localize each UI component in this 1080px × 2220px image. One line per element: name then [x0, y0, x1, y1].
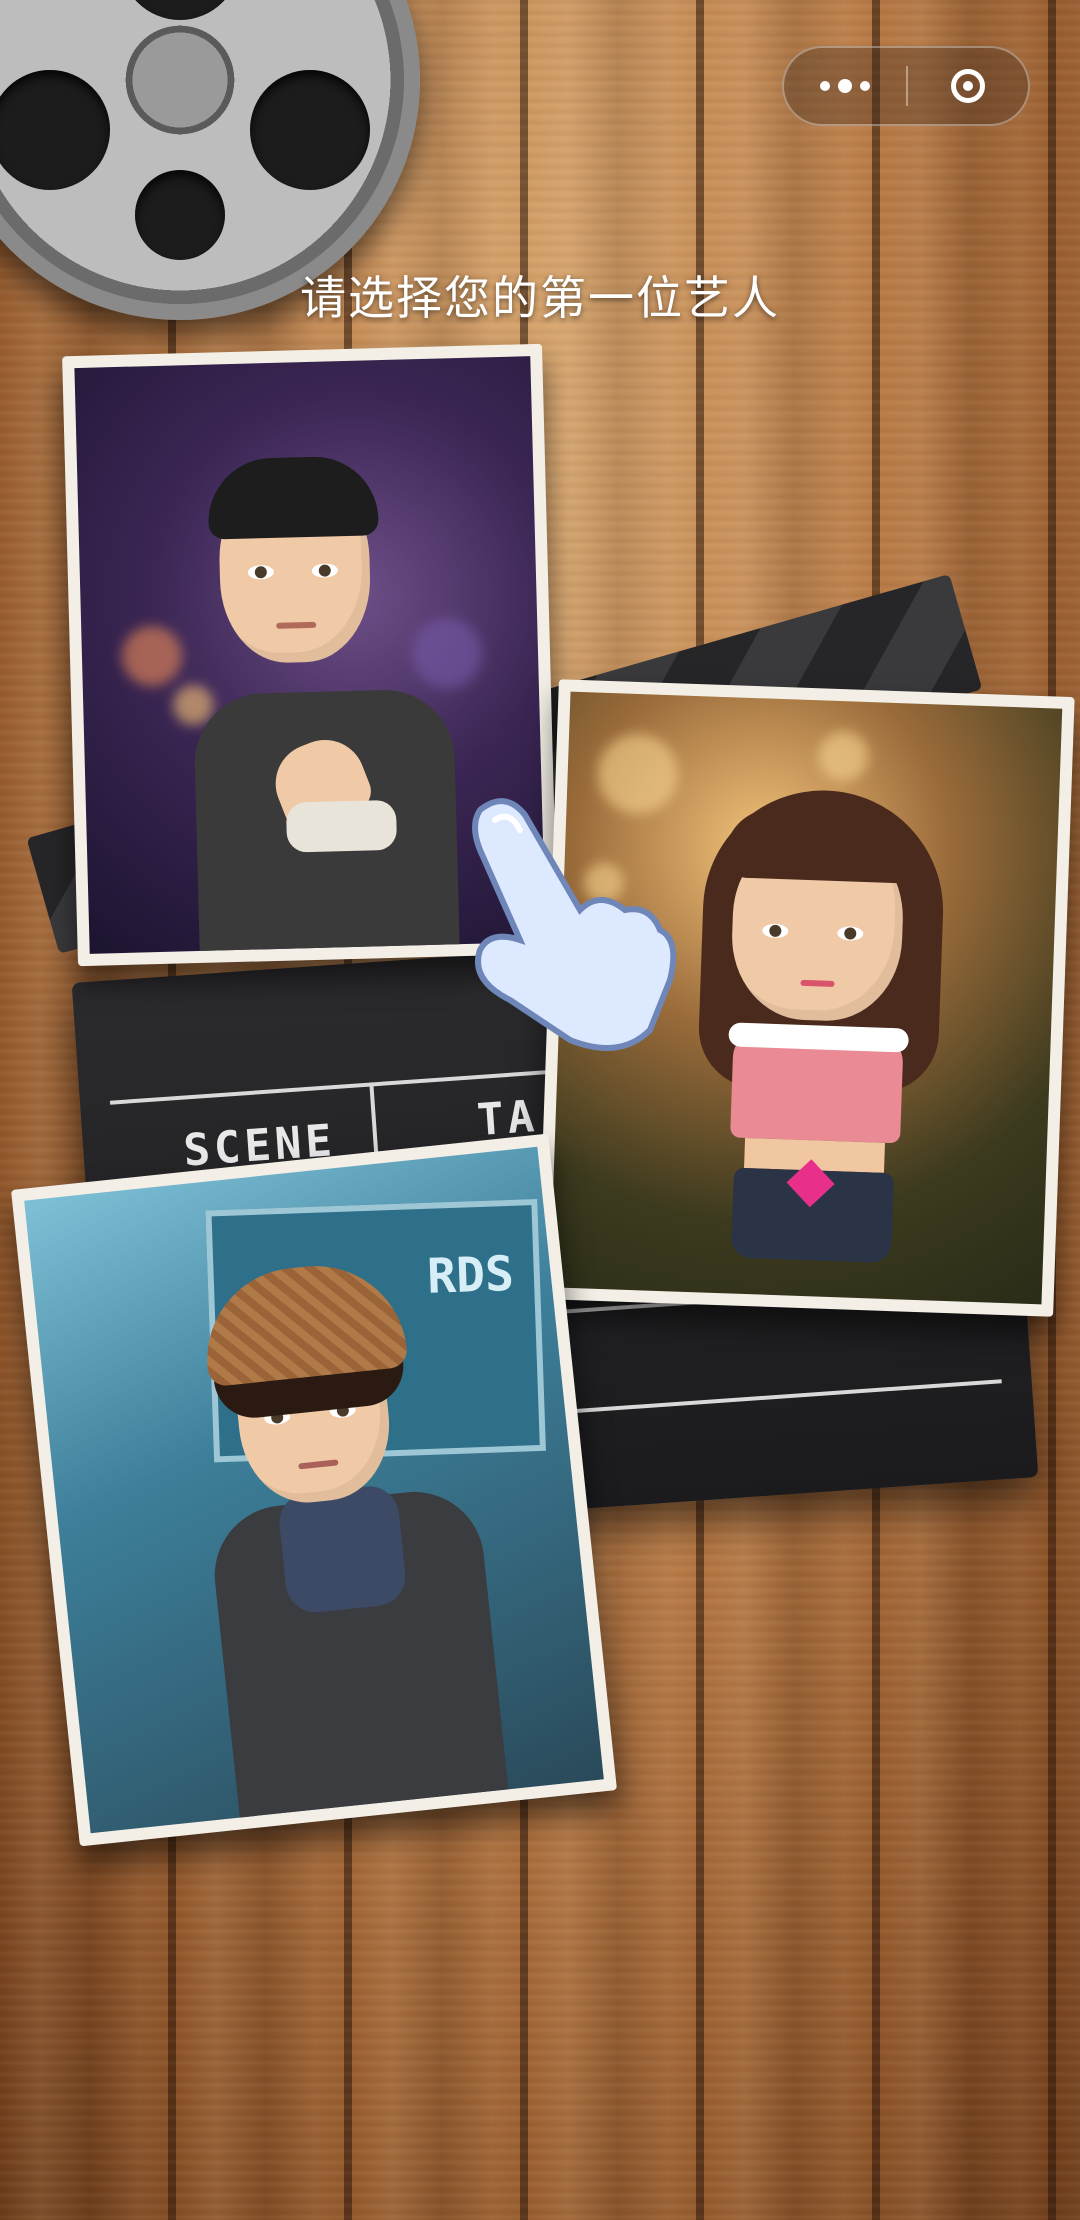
target-close-icon[interactable] [908, 48, 1028, 124]
reel-hole [135, 170, 225, 260]
reel-hole [0, 70, 110, 190]
background-sign-text: RDS [426, 1245, 515, 1305]
artist-cuff [285, 799, 398, 853]
more-dots-icon[interactable] [784, 48, 906, 124]
artist-bangs [724, 807, 917, 884]
artist-hair [206, 455, 379, 540]
artist-scarf [276, 1483, 409, 1616]
tutorial-pointer-hand-icon [450, 790, 680, 1060]
reel-hole [120, 0, 240, 20]
artist-card-detective[interactable]: RDS [10, 1133, 618, 1847]
wood-background: SCENE TA RDS [0, 0, 1080, 2220]
artist-portrait-detective: RDS [24, 1146, 604, 1834]
reel-hole [250, 70, 370, 190]
miniprogram-capsule [782, 46, 1030, 126]
page-title: 请选择您的第一位艺人 [300, 271, 780, 325]
